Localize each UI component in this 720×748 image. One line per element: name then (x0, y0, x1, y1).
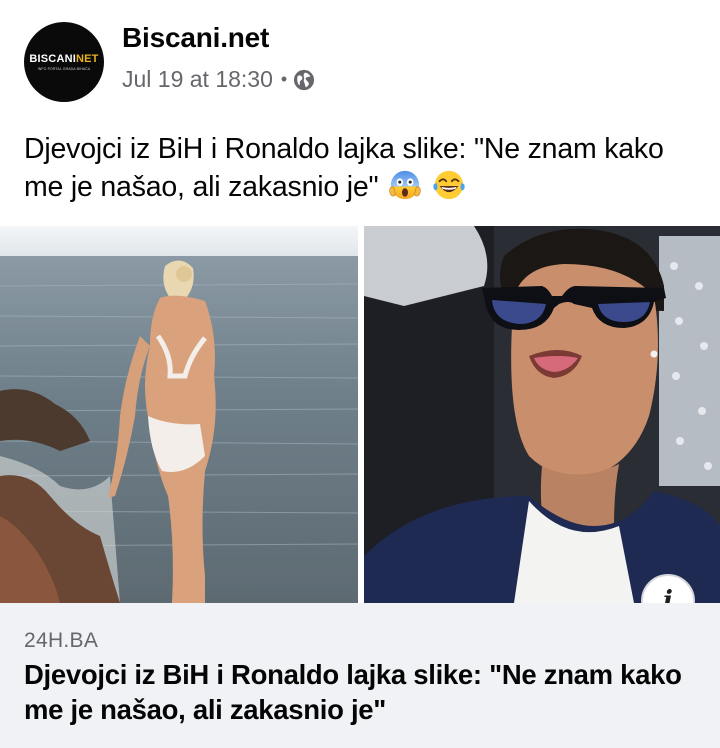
link-title[interactable]: Djevojci iz BiH i Ronaldo lajka slike: "… (24, 657, 704, 727)
post-text: Djevojci iz BiH i Ronaldo lajka slike: "… (24, 130, 696, 206)
photo-ronaldo-image (364, 226, 720, 603)
avatar-logo: BISCANINET (29, 52, 99, 65)
meta-separator: • (280, 69, 288, 89)
page-avatar[interactable]: BISCANINET INFO PORTAL GRADA BIHAĆA (24, 22, 104, 102)
page-name-link[interactable]: Biscani.net (122, 22, 269, 54)
post-header: BISCANINET INFO PORTAL GRADA BIHAĆA Bisc… (0, 0, 720, 120)
link-domain: 24H.BA (24, 629, 99, 652)
face-screaming-in-fear-emoji (389, 170, 421, 200)
globe-icon (294, 69, 315, 90)
avatar-tagline: INFO PORTAL GRADA BIHAĆA (37, 66, 91, 71)
post-text-content: Djevojci iz BiH i Ronaldo lajka slike: "… (24, 133, 664, 203)
link-preview[interactable]: 24H.BA Djevojci iz BiH i Ronaldo lajka s… (0, 603, 720, 748)
photo-woman-by-sea-image (0, 226, 358, 603)
post-timestamp[interactable]: Jul 19 at 18:30 (122, 66, 273, 93)
post-meta: Jul 19 at 18:30 • (122, 66, 315, 93)
photo-ronaldo[interactable] (364, 226, 720, 603)
face-with-tears-of-joy-emoji (433, 170, 465, 200)
photo-woman-by-sea[interactable] (0, 226, 358, 603)
